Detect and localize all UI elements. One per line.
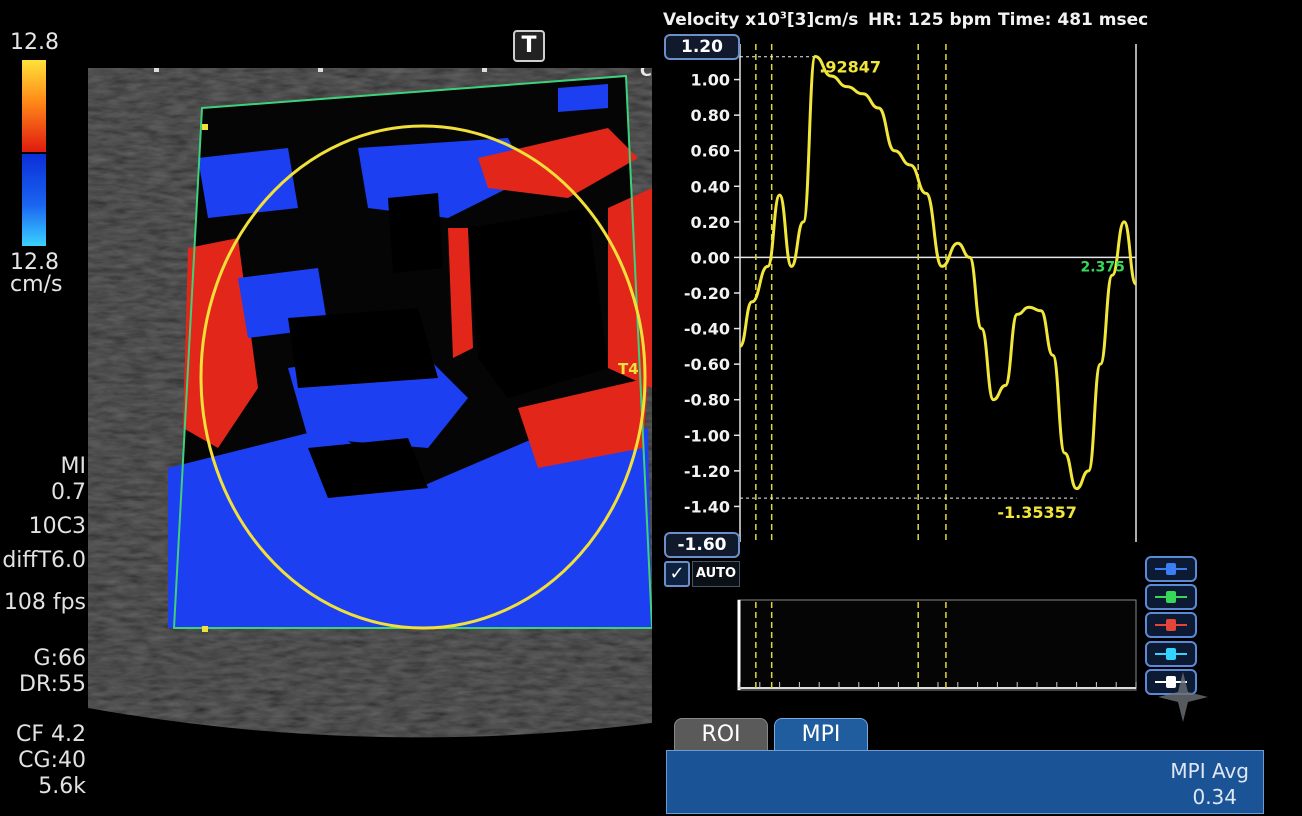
blue-marker-icon [1155, 563, 1187, 575]
ymax-input[interactable]: 1.20 [664, 34, 740, 60]
mode-label: diffT6.0 [2, 548, 86, 573]
dr-label: DR:55 [19, 672, 86, 697]
time-annotation: 2.375 [1081, 259, 1125, 275]
scale-unit: cm/s [10, 272, 63, 297]
y-tick-label: 0.20 [691, 213, 730, 232]
tab-mpi[interactable]: MPI [774, 718, 868, 752]
max-value-annotation: .92847 [819, 58, 881, 77]
y-tick-label: -1.20 [684, 462, 730, 481]
gain-label: G:66 [33, 646, 86, 671]
c-marker: C [640, 68, 652, 80]
y-tick-label: 1.00 [691, 71, 730, 90]
velocity-trace [738, 54, 1138, 491]
ultrasound-image[interactable]: C T4 [88, 68, 652, 742]
heart-rate: HR: 125 bpm [868, 10, 992, 30]
y-tick-label: -1.40 [684, 497, 730, 516]
depth-dot [318, 68, 323, 72]
y-tick-label: -1.00 [684, 426, 730, 445]
red-marker-icon [1155, 619, 1187, 631]
mi-value: 0.7 [51, 480, 86, 505]
velocity-axis-label: Velocity x103[3]cm/s [663, 10, 859, 30]
red-tool-button[interactable] [1145, 612, 1197, 638]
t-button[interactable]: T [513, 30, 545, 62]
velocity-chart[interactable]: 1.00 0.80 0.60 0.40 0.20 0.00 -0.20 -0.40 -0.60 -… [660, 30, 1150, 692]
y-tick-label: 0.80 [691, 106, 730, 125]
frame-corner-marker[interactable] [202, 124, 208, 130]
cf-label: CF 4.2 [16, 722, 86, 747]
y-tick-label: -0.20 [684, 284, 730, 303]
depth-dot [154, 68, 159, 72]
mpi-panel: MPI Avg 0.34 [666, 750, 1264, 814]
ymin-input[interactable]: -1.60 [664, 532, 740, 558]
color-flow-box [168, 76, 652, 628]
colorbar-positive [22, 60, 46, 152]
min-value-annotation: -1.35357 [997, 503, 1077, 522]
tab-roi[interactable]: ROI [674, 718, 768, 752]
time-readout: Time: 481 msec [998, 10, 1149, 30]
y-tick-label: 0.00 [691, 248, 730, 267]
y-tick-label: -0.80 [684, 391, 730, 410]
depth-dot [482, 68, 487, 72]
auto-checkbox[interactable]: ✓ [664, 561, 690, 587]
scale-top-value: 12.8 [10, 30, 59, 55]
y-tick-label: -0.40 [684, 320, 730, 339]
green-tool-button[interactable] [1145, 584, 1197, 610]
mpi-avg-value: 0.34 [1192, 785, 1237, 809]
cyan-tool-button[interactable] [1145, 641, 1197, 667]
blue-tool-button[interactable] [1145, 556, 1197, 582]
cg-label: CG:40 [18, 748, 86, 773]
green-marker-icon [1155, 591, 1187, 603]
frame-corner-marker[interactable] [202, 626, 208, 632]
overview-strip[interactable] [737, 599, 1137, 691]
y-tick-label: 0.40 [691, 177, 730, 196]
t4-label: T4 [618, 360, 639, 378]
prf-label: 5.6k [38, 774, 86, 799]
y-tick-label: 0.60 [691, 142, 730, 161]
mi-label: MI [60, 454, 86, 479]
cyan-marker-icon [1155, 648, 1187, 660]
params-panel: MI 0.7 10C3 diffT6.0 108 fps G:66 DR:55 … [0, 454, 86, 800]
cursor-star-icon [1158, 672, 1208, 722]
mpi-avg-label: MPI Avg [1170, 759, 1249, 783]
y-tick-label: -0.60 [684, 355, 730, 374]
fps-label: 108 fps [3, 590, 86, 615]
probe-name: 10C3 [28, 514, 86, 539]
colorbar-negative [22, 154, 46, 246]
auto-button[interactable]: AUTO [692, 561, 740, 587]
